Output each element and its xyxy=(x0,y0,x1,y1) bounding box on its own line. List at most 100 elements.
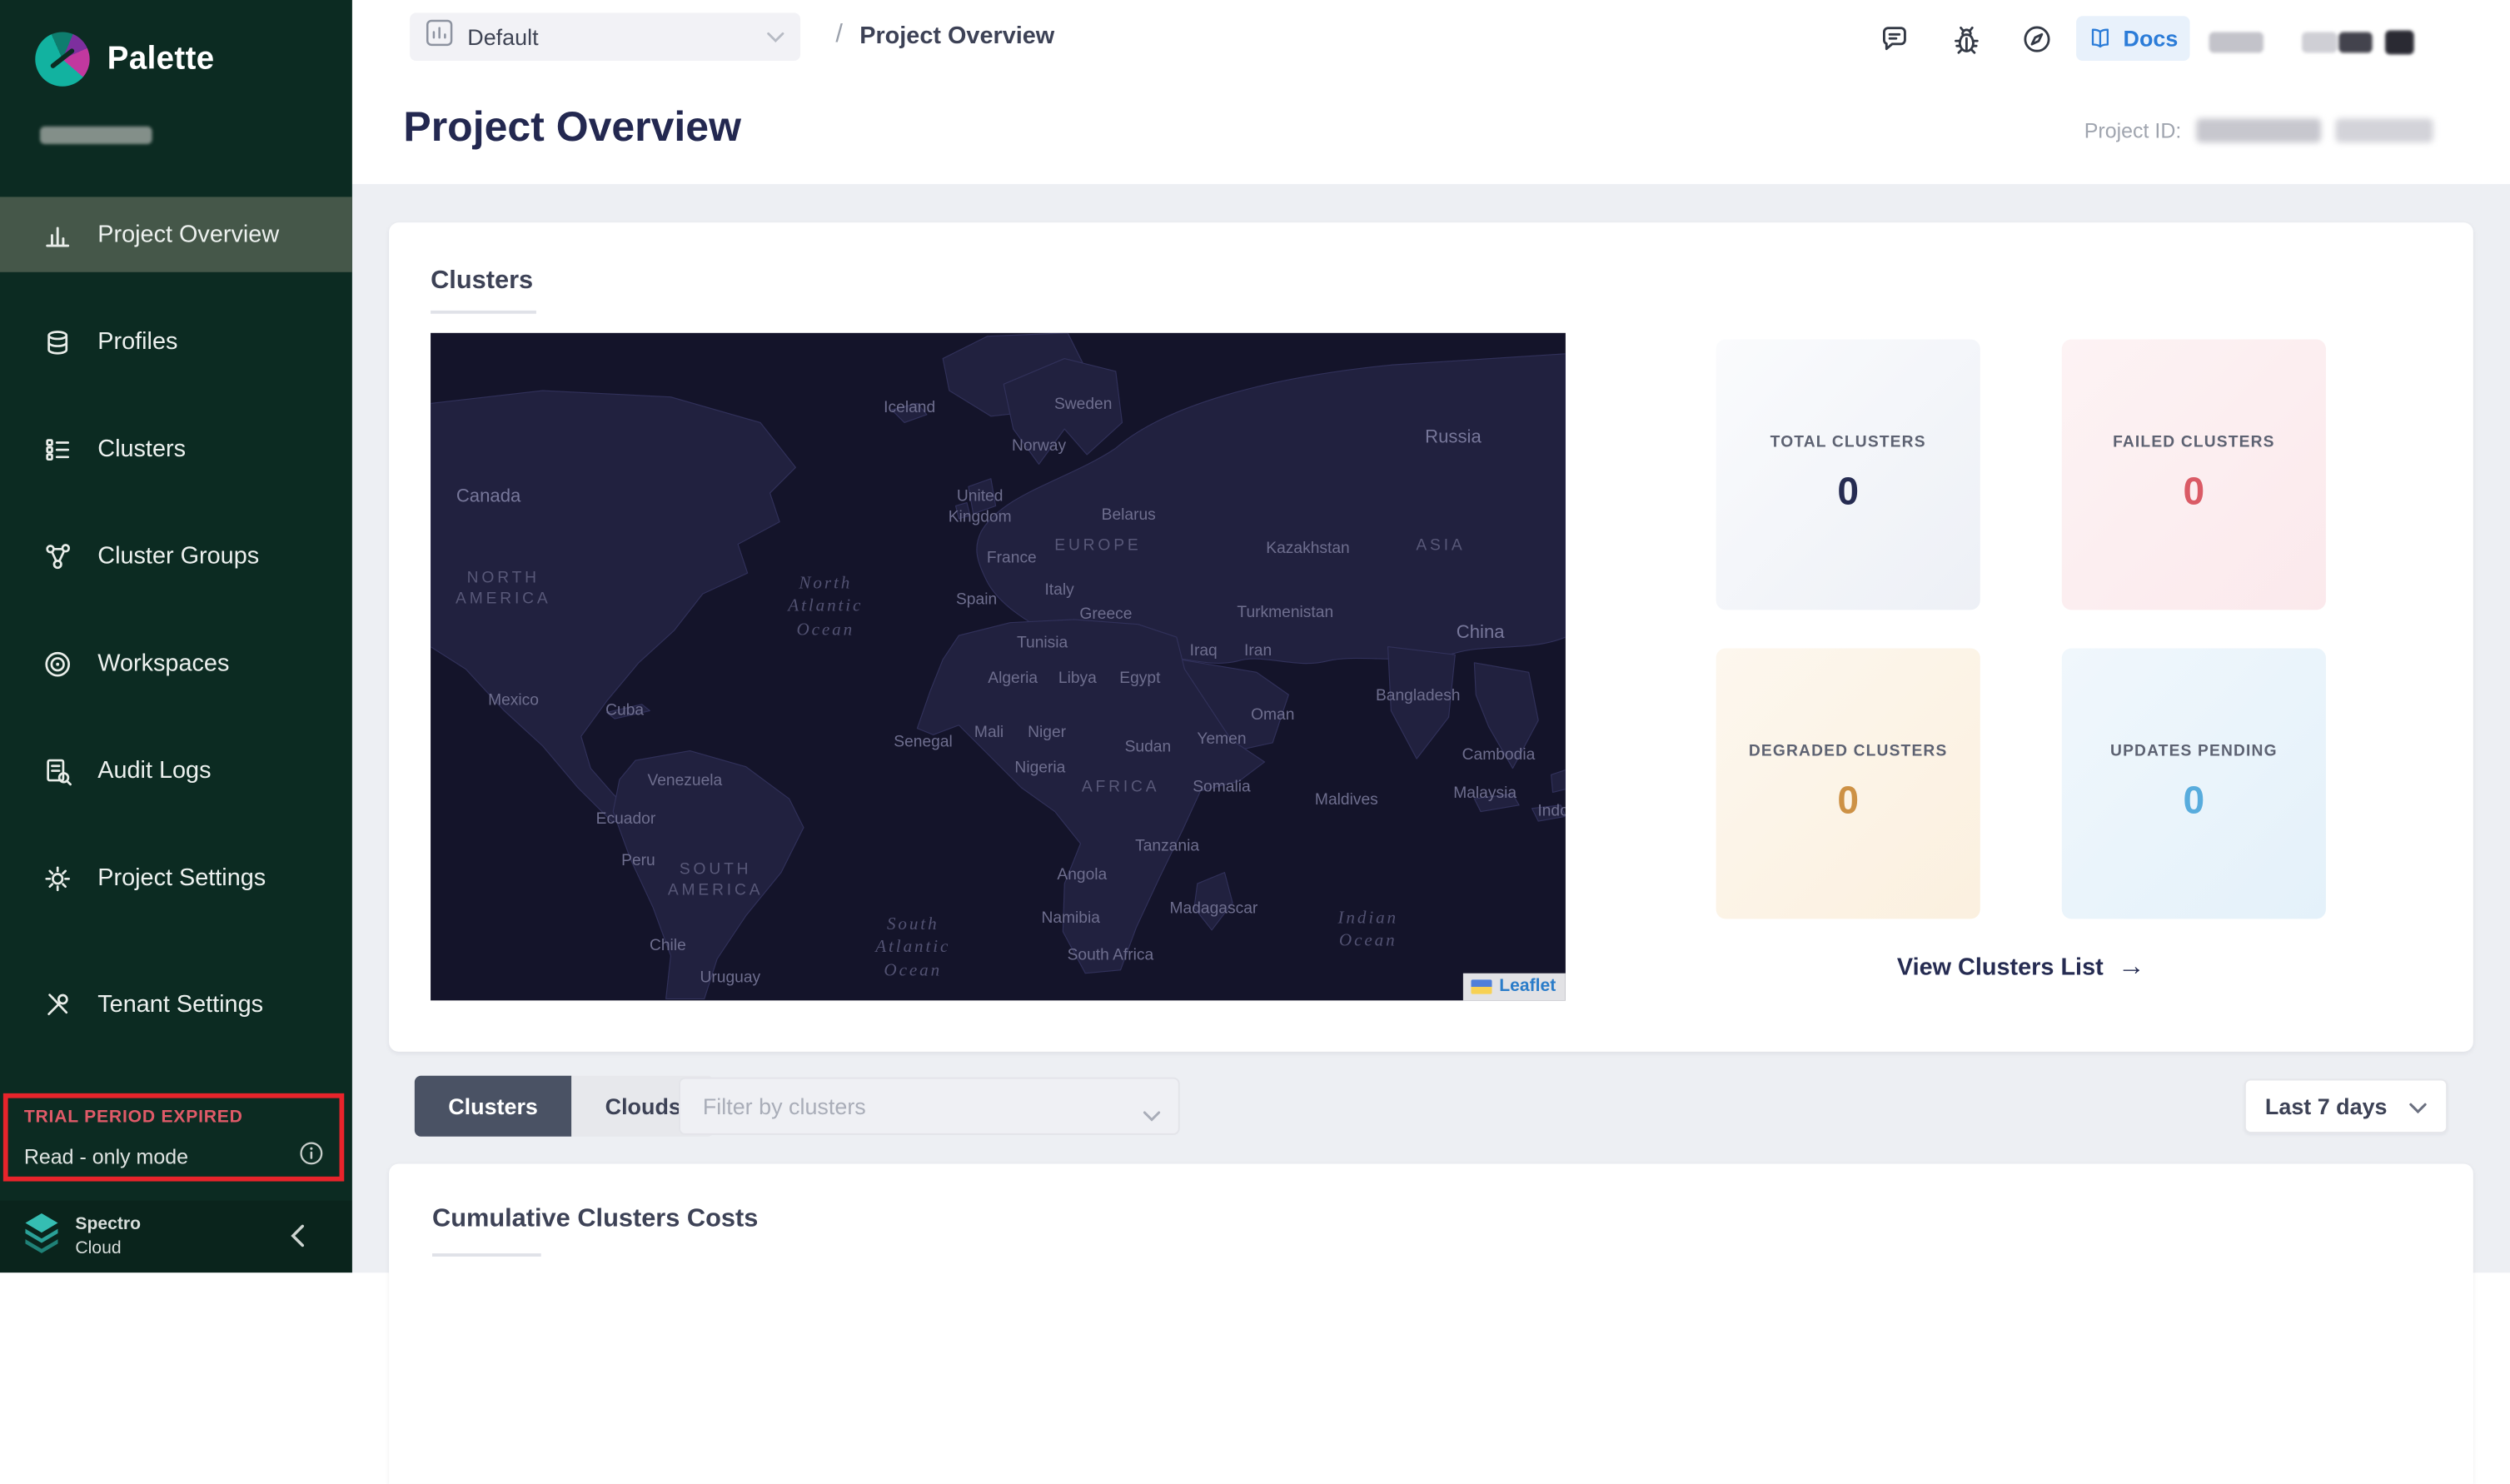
map-label: Turkmenistan xyxy=(1237,603,1333,624)
filter-by-clusters-input[interactable] xyxy=(679,1078,1180,1135)
target-icon xyxy=(42,648,73,680)
sidebar: Palette Project Overview Profiles Clus xyxy=(0,0,352,1272)
page-title: Project Overview xyxy=(403,102,741,152)
trial-expired-annotation-box: TRIAL PERIOD EXPIRED Read - only mode xyxy=(3,1093,344,1182)
map-label: Cambodia xyxy=(1462,745,1536,766)
tools-icon xyxy=(42,989,73,1020)
stat-label: UPDATES PENDING xyxy=(2110,743,2278,760)
sidebar-item-clusters[interactable]: Clusters xyxy=(0,411,352,486)
map-label: Libya xyxy=(1058,669,1097,690)
world-map[interactable]: IcelandSwedenNorwayRussiaCanadaUnited Ki… xyxy=(431,333,1566,1001)
clusters-clouds-tabs: Clusters Clouds xyxy=(415,1076,715,1137)
map-label: Algeria xyxy=(988,669,1038,690)
map-label: Chile xyxy=(650,935,686,956)
sidebar-item-project-settings[interactable]: Project Settings xyxy=(0,840,352,915)
sidebar-item-workspaces[interactable]: Workspaces xyxy=(0,626,352,701)
network-icon xyxy=(42,540,73,572)
chevron-down-icon xyxy=(2409,1093,2427,1119)
collapse-sidebar-chevron-icon[interactable] xyxy=(290,1224,304,1255)
time-range-dropdown[interactable]: Last 7 days xyxy=(2244,1079,2448,1133)
sidebar-item-label: Profiles xyxy=(97,328,177,356)
compass-icon[interactable] xyxy=(2019,21,2054,56)
trial-expired-label: TRIAL PERIOD EXPIRED xyxy=(24,1108,326,1127)
map-label: Belarus xyxy=(1102,505,1156,525)
map-label: Greece xyxy=(1079,605,1132,625)
stat-label: DEGRADED CLUSTERS xyxy=(1749,743,1948,760)
brand-name: Palette xyxy=(107,41,215,77)
bug-icon[interactable] xyxy=(1948,21,1983,56)
sidebar-item-label: Workspaces xyxy=(97,650,229,677)
spectro-cloud-logo-icon xyxy=(22,1212,61,1262)
arrow-right-icon: → xyxy=(2118,951,2145,982)
map-label: EUROPE xyxy=(1054,535,1141,556)
map-label: Nigeria xyxy=(1014,758,1065,779)
sidebar-item-tenant-settings[interactable]: Tenant Settings xyxy=(0,967,352,1042)
layers-icon xyxy=(42,326,73,357)
map-label: Malaysia xyxy=(1453,784,1516,804)
redacted-block xyxy=(2338,32,2372,52)
docs-button-label: Docs xyxy=(2124,26,2179,52)
redacted-block xyxy=(2302,32,2337,52)
sidebar-item-cluster-groups[interactable]: Cluster Groups xyxy=(0,519,352,594)
map-label: Niger xyxy=(1028,723,1066,744)
cluster-stats-grid: TOTAL CLUSTERS 0 FAILED CLUSTERS 0 DEGRA… xyxy=(1716,340,2326,919)
search-document-icon xyxy=(42,754,73,786)
map-label: Peru xyxy=(621,850,655,871)
map-label: ASIA xyxy=(1416,535,1465,556)
leaflet-link[interactable]: Leaflet xyxy=(1499,977,1556,996)
sidebar-item-profiles[interactable]: Profiles xyxy=(0,304,352,379)
stat-label: FAILED CLUSTERS xyxy=(2113,434,2275,451)
main-content: Clusters xyxy=(352,184,2510,1272)
map-labels: IcelandSwedenNorwayRussiaCanadaUnited Ki… xyxy=(431,333,1566,1001)
app-window: Palette Project Overview Profiles Clus xyxy=(0,0,2510,1272)
sidebar-item-label: Project Settings xyxy=(97,864,266,892)
stat-value: 0 xyxy=(2184,779,2205,824)
map-label: Maldives xyxy=(1315,789,1378,810)
map-label: Namibia xyxy=(1041,909,1100,929)
map-label: Mali xyxy=(974,723,1004,744)
list-icon xyxy=(42,433,73,465)
stat-value: 0 xyxy=(2184,471,2205,515)
breadcrumb: Project Overview xyxy=(859,22,1054,50)
breadcrumb-separator: / xyxy=(835,21,843,50)
project-selector-value: Default xyxy=(467,24,752,50)
map-label: United Kingdom xyxy=(949,486,1012,528)
sidebar-item-audit-logs[interactable]: Audit Logs xyxy=(0,733,352,808)
clusters-card-title: Clusters xyxy=(431,267,533,296)
sidebar-footer: Spectro Cloud xyxy=(0,1201,352,1272)
stat-card-updates-pending: UPDATES PENDING 0 xyxy=(2062,648,2326,919)
map-label: Somalia xyxy=(1193,777,1250,798)
spectro-cloud-wordmark: Spectro Cloud xyxy=(75,1213,141,1259)
redacted-project-id xyxy=(2196,118,2321,142)
stat-card-degraded-clusters: DEGRADED CLUSTERS 0 xyxy=(1716,648,1980,919)
map-label: Iran xyxy=(1244,641,1272,662)
map-label: Russia xyxy=(1425,426,1482,451)
stat-card-failed-clusters: FAILED CLUSTERS 0 xyxy=(2062,340,2326,610)
map-label: Norway xyxy=(1012,436,1066,457)
map-label: Sudan xyxy=(1125,737,1172,758)
chat-icon[interactable] xyxy=(1876,21,1911,56)
map-label: SOUTH AMERICA xyxy=(668,859,763,901)
tab-clusters[interactable]: Clusters xyxy=(415,1076,571,1137)
map-label: Madagascar xyxy=(1170,899,1258,919)
view-clusters-list-link[interactable]: View Clusters List → xyxy=(1716,951,2326,983)
view-clusters-list-label: View Clusters List xyxy=(1897,954,2104,982)
sidebar-nav: Project Overview Profiles Clusters Clust… xyxy=(0,197,352,1073)
sidebar-item-project-overview[interactable]: Project Overview xyxy=(0,197,352,271)
gear-icon xyxy=(42,862,73,894)
map-label: Cuba xyxy=(605,700,644,721)
project-selector-dropdown[interactable]: Default xyxy=(410,12,800,61)
map-label: Venezuela xyxy=(647,770,722,791)
info-icon[interactable] xyxy=(299,1142,323,1171)
ukraine-flag-icon xyxy=(1471,979,1492,993)
map-label: South Africa xyxy=(1068,945,1154,966)
map-label: Tunisia xyxy=(1017,633,1068,654)
chevron-down-icon xyxy=(1143,1101,1160,1130)
map-label: Uruguay xyxy=(700,968,761,989)
stat-value: 0 xyxy=(1837,779,1859,824)
cumulative-costs-card: Cumulative Clusters Costs xyxy=(389,1163,2473,1483)
map-label: Canada xyxy=(456,486,520,510)
docs-button[interactable]: Docs xyxy=(2076,16,2189,61)
chart-icon xyxy=(42,218,73,250)
sidebar-item-label: Audit Logs xyxy=(97,757,211,784)
